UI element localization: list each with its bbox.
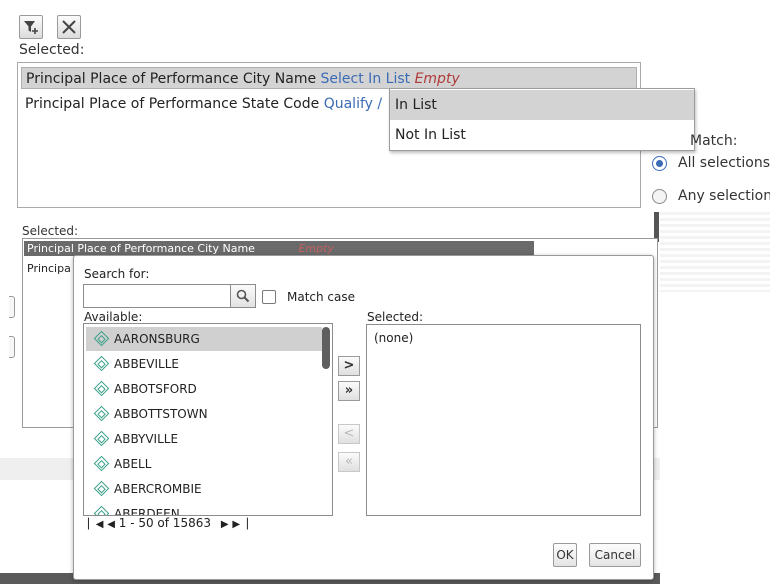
selected-list-label: Selected: [367,310,424,324]
prev-page-icon[interactable]: ◀ [107,519,115,530]
value-icon [93,355,110,372]
list-mode-dropdown: In List Not In List [389,88,695,151]
pager: ▏◀ ◀ 1 - 50 of 15863 ▶ ▶▕ [88,516,248,530]
search-label: Search for: [84,267,150,281]
ok-button[interactable]: OK [553,543,577,567]
match-case-checkbox[interactable] [262,290,276,304]
search-button[interactable] [230,284,256,308]
list-item[interactable]: ABBYVILLE [86,427,322,451]
list-item[interactable]: ABBEVILLE [86,352,322,376]
radio-any-selection[interactable] [652,189,667,204]
side-handle [9,336,15,358]
value-icon [93,480,110,497]
list-item[interactable]: ABERDEEN [86,502,322,516]
field-name: Principal Place of Performance City Name [26,71,317,87]
list-item[interactable]: ABBOTSFORD [86,377,322,401]
match-case-label: Match case [287,290,356,304]
list-item-label: AARONSBURG [114,332,200,346]
available-label: Available: [84,310,143,324]
select-in-list-link[interactable]: Select In List [321,71,411,87]
pager-text: 1 - 50 of 15863 [118,516,211,530]
field-name: Principal Place of Performance State Cod… [25,96,320,112]
list-item-label: ABERCROMBIE [114,482,202,496]
value-icon [93,405,110,422]
list-item-label: ABBOTSFORD [114,382,197,396]
last-page-icon[interactable]: ▶▕ [232,519,247,530]
side-handle [9,296,15,318]
list-item[interactable]: ABELL [86,452,322,476]
any-selection-label: Any selection [678,188,770,204]
list-item-label: ABBOTTSTOWN [114,407,208,421]
radio-all-selections[interactable] [652,156,667,171]
dropdown-not-in-list[interactable]: Not In List [390,120,694,150]
list-item-label: ABBYVILLE [114,432,179,446]
value-icon [93,505,110,515]
selected-label: Selected: [19,42,85,58]
value-icon [93,455,110,472]
selected-row-city[interactable]: Principal Place of Performance City Name… [21,67,637,89]
next-page-icon[interactable]: ▶ [221,519,229,530]
search-icon [236,289,250,303]
background-fade [660,212,770,292]
qualify-link[interactable]: Qualify / [324,96,382,112]
list-item-label: ABERDEEN [114,507,180,516]
first-page-icon[interactable]: ▏◀ [88,519,103,530]
lower-selected-row-city[interactable]: Principal Place of Performance City Name… [24,241,534,256]
list-scrollbar[interactable] [322,327,330,369]
value-icon [93,430,110,447]
available-list[interactable]: AARONSBURG ABBEVILLE ABBOTSFORD ABBOTTST… [83,323,333,516]
match-label: Match: [690,133,738,149]
clear-icon [62,20,76,34]
lower-selected-label: Selected: [22,224,79,238]
cancel-button[interactable]: Cancel [589,543,641,567]
value-icon [93,330,110,347]
empty-status: Empty [414,71,460,87]
lower-selected-row-state: Principa [27,262,71,275]
list-item[interactable]: AARONSBURG [86,327,322,351]
selected-row-state[interactable]: Principal Place of Performance State Cod… [21,93,382,115]
search-input[interactable] [83,284,231,308]
value-icon [93,380,110,397]
filter-add-icon [24,21,38,34]
add-selected-button[interactable]: > [338,356,360,376]
add-filter-button[interactable] [19,15,43,39]
none-placeholder: (none) [374,331,414,345]
add-all-button[interactable]: » [338,381,360,401]
list-item-label: ABBEVILLE [114,357,179,371]
lower-field-name: Principal Place of Performance City Name [27,242,255,255]
selected-values-list[interactable]: (none) [366,324,641,516]
remove-selected-button[interactable]: < [338,424,360,444]
dropdown-in-list[interactable]: In List [390,90,694,120]
lower-empty-status: Empty [298,242,334,255]
all-selections-label: All selections [678,155,770,171]
remove-all-button[interactable]: « [338,452,360,472]
clear-button[interactable] [57,15,81,39]
list-item[interactable]: ABERCROMBIE [86,477,322,501]
list-item-label: ABELL [114,457,152,471]
list-item[interactable]: ABBOTTSTOWN [86,402,322,426]
